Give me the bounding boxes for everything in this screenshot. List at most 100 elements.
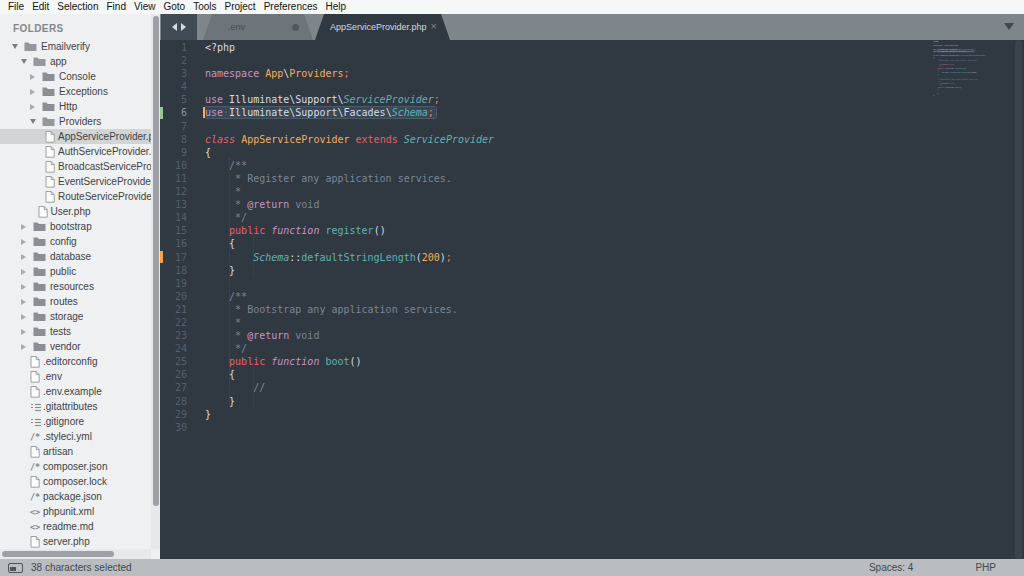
- expand-arrow-icon[interactable]: [21, 344, 26, 350]
- code-line[interactable]: 12 *: [160, 185, 1024, 198]
- tree-folder-bootstrap[interactable]: bootstrap: [0, 219, 160, 234]
- expand-arrow-icon[interactable]: [21, 269, 26, 275]
- expand-arrow-icon[interactable]: [21, 329, 26, 335]
- minimap[interactable]: <?phpnamespace App\Providers;use Illumin…: [930, 41, 1024, 121]
- tree-folder-exceptions[interactable]: Exceptions: [0, 84, 160, 99]
- line-number[interactable]: 6: [160, 106, 187, 119]
- line-number[interactable]: 10: [160, 159, 187, 172]
- expand-arrow-icon[interactable]: [30, 89, 35, 95]
- line-number[interactable]: 24: [160, 342, 187, 355]
- line-number[interactable]: 30: [160, 421, 187, 434]
- collapse-arrow-icon[interactable]: [30, 119, 36, 124]
- tree-file-authserviceprovider-php[interactable]: AuthServiceProvider.php: [0, 144, 160, 159]
- line-number[interactable]: 14: [160, 211, 187, 224]
- code-line[interactable]: 21 * Bootstrap any application services.: [160, 303, 1024, 316]
- code-line[interactable]: 9{: [160, 146, 1024, 159]
- indent-setting[interactable]: Spaces: 4: [869, 562, 913, 573]
- code-line[interactable]: 6use·Illuminate\Support\Facades\Schema;: [160, 106, 1024, 119]
- line-number[interactable]: 1: [160, 41, 187, 54]
- expand-arrow-icon[interactable]: [21, 284, 26, 290]
- line-number[interactable]: 2: [160, 54, 187, 67]
- line-number[interactable]: 16: [160, 237, 187, 250]
- sidebar-vertical-scrollbar[interactable]: [151, 14, 160, 549]
- tree-file-appserviceprovider-php[interactable]: AppServiceProvider.php: [0, 129, 160, 144]
- code-line[interactable]: 8class AppServiceProvider extends Servic…: [160, 133, 1024, 146]
- tree-file-broadcastserviceprovider-php[interactable]: BroadcastServiceProvider.php: [0, 159, 160, 174]
- menu-item-find[interactable]: Find: [103, 0, 130, 14]
- sidebar-horizontal-scrollbar[interactable]: [0, 549, 151, 559]
- line-number[interactable]: 15: [160, 224, 187, 237]
- line-number[interactable]: 7: [160, 120, 187, 133]
- code-line[interactable]: 15 public function register(): [160, 224, 1024, 237]
- line-number[interactable]: 18: [160, 264, 187, 277]
- line-number[interactable]: 27: [160, 381, 187, 394]
- tree-folder-vendor[interactable]: vendor: [0, 339, 160, 354]
- tree-folder-resources[interactable]: resources: [0, 279, 160, 294]
- menu-item-preferences[interactable]: Preferences: [260, 0, 322, 14]
- tab-appserviceprovider[interactable]: AppServiceProvider.php ×: [315, 14, 450, 40]
- tree-file-readme-md[interactable]: <>readme.md: [0, 519, 160, 534]
- code-line[interactable]: 28 }: [160, 395, 1024, 408]
- tab-env[interactable]: .env: [203, 14, 313, 40]
- code-line[interactable]: 30: [160, 421, 1024, 434]
- code-line[interactable]: 29}: [160, 408, 1024, 421]
- tree-file-user-php[interactable]: User.php: [0, 204, 160, 219]
- tree-file-routeserviceprovider-php[interactable]: RouteServiceProvider.php: [0, 189, 160, 204]
- tree-folder-providers[interactable]: Providers: [0, 114, 160, 129]
- line-number[interactable]: 5: [160, 93, 187, 106]
- menu-item-file[interactable]: File: [0, 0, 28, 14]
- panel-toggle-icon[interactable]: [8, 563, 23, 573]
- close-tab-icon[interactable]: ×: [431, 20, 437, 32]
- tree-folder-tests[interactable]: tests: [0, 324, 160, 339]
- code-line[interactable]: 1<?php: [160, 41, 1024, 54]
- code-line[interactable]: 16 {: [160, 237, 1024, 250]
- menu-item-tools[interactable]: Tools: [189, 0, 220, 14]
- tree-folder-http[interactable]: Http: [0, 99, 160, 114]
- line-number[interactable]: 26: [160, 368, 187, 381]
- tree-folder-console[interactable]: Console: [0, 69, 160, 84]
- expand-arrow-icon[interactable]: [30, 74, 35, 80]
- code-line[interactable]: 20 /**: [160, 290, 1024, 303]
- menu-item-selection[interactable]: Selection: [53, 0, 102, 14]
- line-number[interactable]: 20: [160, 290, 187, 303]
- menu-item-goto[interactable]: Goto: [159, 0, 189, 14]
- editor-vertical-scrollbar[interactable]: [1015, 40, 1022, 559]
- code-line[interactable]: 13 * @return void: [160, 198, 1024, 211]
- tree-folder-emailverify[interactable]: Emailverify: [0, 39, 160, 54]
- collapse-arrow-icon[interactable]: [21, 59, 27, 64]
- line-number[interactable]: 28: [160, 395, 187, 408]
- line-number[interactable]: 13: [160, 198, 187, 211]
- menu-item-edit[interactable]: Edit: [28, 0, 53, 14]
- code-line[interactable]: 4: [160, 80, 1024, 93]
- line-number[interactable]: 23: [160, 329, 187, 342]
- expand-arrow-icon[interactable]: [21, 254, 26, 260]
- expand-arrow-icon[interactable]: [21, 239, 26, 245]
- code-line[interactable]: 24 */: [160, 342, 1024, 355]
- tree-file--gitattributes[interactable]: .gitattributes: [0, 399, 160, 414]
- line-number[interactable]: 21: [160, 303, 187, 316]
- code-line[interactable]: 22 *: [160, 316, 1024, 329]
- tree-folder-routes[interactable]: routes: [0, 294, 160, 309]
- tree-folder-app[interactable]: app: [0, 54, 160, 69]
- tab-list-dropdown-icon[interactable]: [1004, 23, 1014, 30]
- editor[interactable]: 1<?php23namespace App\Providers;45use Il…: [160, 40, 1024, 559]
- code-line[interactable]: 2: [160, 54, 1024, 67]
- tree-file--styleci-yml[interactable]: /*.styleci.yml: [0, 429, 160, 444]
- code-line[interactable]: 23 * @return void: [160, 329, 1024, 342]
- line-number[interactable]: 12: [160, 185, 187, 198]
- syntax-setting[interactable]: PHP: [975, 562, 996, 573]
- line-number[interactable]: 8: [160, 133, 187, 146]
- line-number[interactable]: 4: [160, 80, 187, 93]
- tree-file-eventserviceprovider-php[interactable]: EventServiceProvider.php: [0, 174, 160, 189]
- tree-file-composer-json[interactable]: /*composer.json: [0, 459, 160, 474]
- tree-file-phpunit-xml[interactable]: <>phpunit.xml: [0, 504, 160, 519]
- tree-file-server-php[interactable]: server.php: [0, 534, 160, 549]
- tree-folder-database[interactable]: database: [0, 249, 160, 264]
- tree-file-package-json[interactable]: /*package.json: [0, 489, 160, 504]
- code-line[interactable]: 17 Schema::defaultStringLength(200);: [160, 251, 1024, 264]
- forward-arrow-icon[interactable]: [181, 23, 186, 31]
- line-number[interactable]: 19: [160, 277, 187, 290]
- expand-arrow-icon[interactable]: [21, 314, 26, 320]
- line-number[interactable]: 29: [160, 408, 187, 421]
- tree-file--env-example[interactable]: .env.example: [0, 384, 160, 399]
